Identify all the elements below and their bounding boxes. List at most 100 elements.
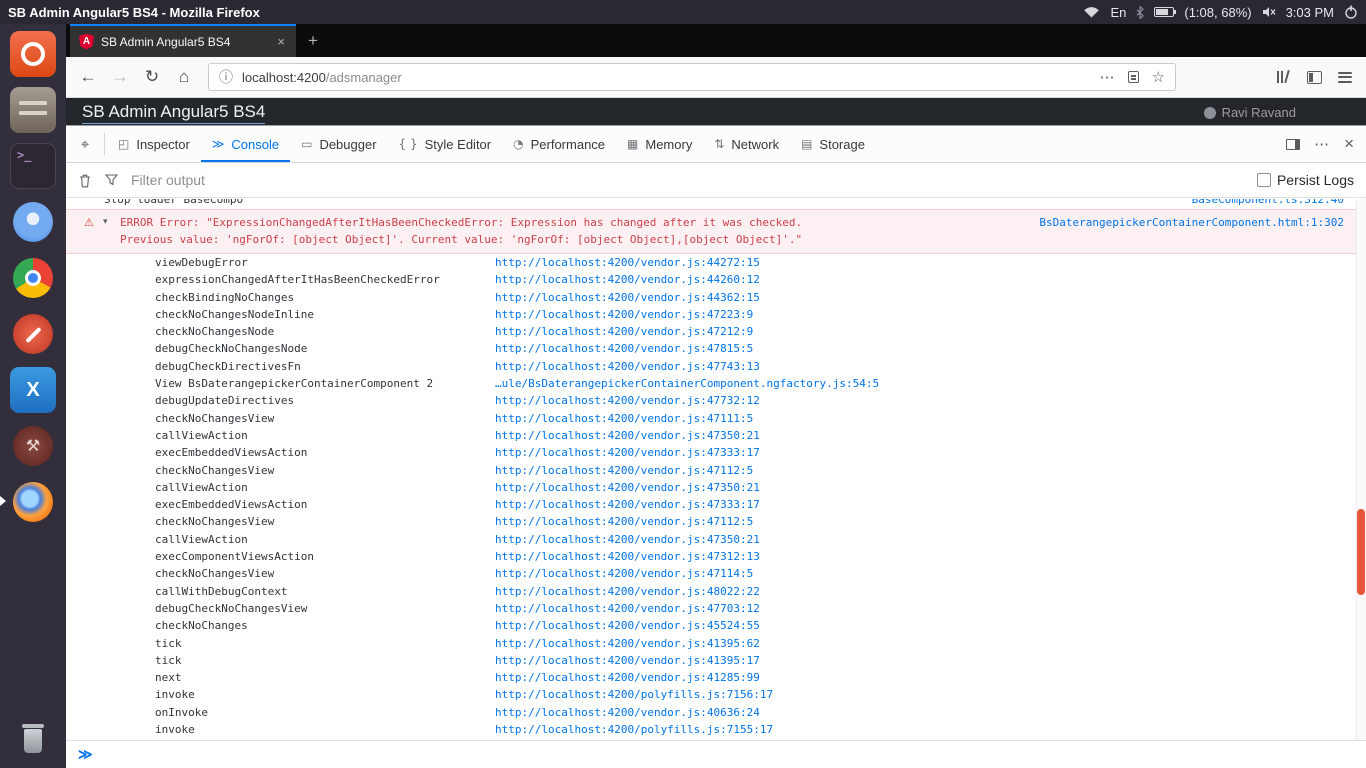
persist-logs-label: Persist Logs	[1276, 172, 1354, 188]
stack-frame-row: checkNoChanges http://localhost:4200/vend…	[66, 617, 1366, 634]
log-source-link[interactable]: BaseComponent.ts:312:40	[1192, 199, 1344, 208]
devtools-tab-memory[interactable]: ▦ Memory	[616, 126, 703, 162]
network-icon: ⇅	[714, 137, 725, 151]
power-icon[interactable]	[1344, 5, 1358, 19]
stack-frame-source-link[interactable]: …ule/BsDaterangepickerContainerComponent…	[495, 375, 879, 392]
new-tab-button[interactable]: +	[296, 24, 330, 57]
stack-frame-row: execEmbeddedViewsAction http://localhost:…	[66, 496, 1366, 513]
launcher-item-software-tool[interactable]	[10, 311, 56, 357]
home-button[interactable]: ⌂	[168, 62, 200, 92]
stack-frame-source-link[interactable]: http://localhost:4200/vendor.js:41285:99	[495, 669, 760, 686]
stack-frame-source-link[interactable]: http://localhost:4200/vendor.js:41395:17	[495, 652, 760, 669]
forward-button[interactable]: →	[104, 62, 136, 92]
launcher-item-ubuntu-dash[interactable]	[10, 31, 56, 77]
stack-frame-source-link[interactable]: http://localhost:4200/vendor.js:47350:21	[495, 427, 760, 444]
bookmark-star-icon[interactable]: ☆	[1152, 68, 1165, 86]
stack-frame-function: checkNoChangesView	[155, 463, 275, 477]
tab-close-icon[interactable]: ×	[275, 34, 287, 49]
stack-frame-source-link[interactable]: http://localhost:4200/vendor.js:47743:13	[495, 358, 760, 375]
url-bar[interactable]: ⓘ localhost:4200/adsmanager ⋯ ☆	[208, 63, 1176, 91]
stack-frame-source-link[interactable]: http://localhost:4200/vendor.js:47815:5	[495, 340, 753, 357]
webapp-brand-link[interactable]: SB Admin Angular5 BS4	[82, 101, 266, 124]
stack-frame-function: checkNoChangesNode	[155, 325, 275, 339]
stack-frame-source-link[interactable]: http://localhost:4200/vendor.js:47212:9	[495, 323, 753, 340]
page-actions-icon[interactable]: ⋯	[1100, 68, 1115, 86]
filter-output-input[interactable]	[131, 172, 551, 188]
stack-frame-row: checkNoChangesNodeInline http://localhost…	[66, 306, 1366, 323]
stack-frame-row: debugUpdateDirectives http://localhost:42…	[66, 392, 1366, 409]
stack-frame-source-link[interactable]: http://localhost:4200/vendor.js:47114:5	[495, 565, 753, 582]
devtools-tab-style-editor[interactable]: { } Style Editor	[388, 126, 503, 162]
stack-frame-source-link[interactable]: http://localhost:4200/vendor.js:40636:24	[495, 704, 760, 721]
clock[interactable]: 3:03 PM	[1286, 5, 1334, 20]
stack-frame-row: callViewAction http://localhost:4200/vend…	[66, 531, 1366, 548]
stack-frame-row: debugCheckNoChangesView http://localhost:…	[66, 600, 1366, 617]
devtools-tab-storage[interactable]: ▤ Storage	[790, 126, 876, 162]
stack-frame-source-link[interactable]: http://localhost:4200/vendor.js:47112:5	[495, 513, 753, 530]
launcher-item-trash[interactable]	[10, 716, 56, 762]
error-source-link[interactable]: BsDaterangepickerContainerComponent.html…	[1039, 214, 1344, 231]
console-input-row[interactable]: ≫	[66, 740, 1366, 768]
stack-frame-source-link[interactable]: http://localhost:4200/vendor.js:48022:22	[495, 583, 760, 600]
bluetooth-icon[interactable]	[1136, 5, 1145, 19]
launcher-item-firefox[interactable]	[0, 479, 56, 525]
stack-frame-row: invoke http://localhost:4200/polyfills.js…	[66, 686, 1366, 703]
devtools-tab-console[interactable]: ≫ Console	[201, 126, 290, 162]
stack-frame-source-link[interactable]: http://localhost:4200/vendor.js:47703:12	[495, 600, 760, 617]
devtools-tab-performance[interactable]: ◔ Performance	[502, 126, 616, 162]
stack-frame-source-link[interactable]: http://localhost:4200/vendor.js:47350:21	[495, 531, 760, 548]
console-scrollbar-thumb[interactable]	[1357, 509, 1365, 595]
devtools-tab-debugger[interactable]: ▭ Debugger	[290, 126, 387, 162]
stack-frame-source-link[interactable]: http://localhost:4200/vendor.js:45524:55	[495, 617, 760, 634]
stack-frame-source-link[interactable]: http://localhost:4200/vendor.js:47312:13	[495, 548, 760, 565]
launcher-item-files[interactable]	[10, 87, 56, 133]
stack-frame-source-link[interactable]: http://localhost:4200/vendor.js:47350:21	[495, 479, 760, 496]
launcher-item-chrome[interactable]	[10, 255, 56, 301]
clear-console-icon[interactable]	[78, 173, 92, 188]
stack-frame-source-link[interactable]: http://localhost:4200/vendor.js:44272:15	[495, 254, 760, 271]
webapp-user-menu[interactable]: Ravi Ravand	[1203, 101, 1296, 125]
devtools-panel: ⌖ ◰ Inspector ≫ Console ▭ Debugger { } Style Ed…	[66, 125, 1366, 768]
stack-frame-source-link[interactable]: http://localhost:4200/polyfills.js:7155:…	[495, 721, 773, 738]
dock-position-icon[interactable]	[1286, 138, 1301, 150]
stack-frame-source-link[interactable]: http://localhost:4200/vendor.js:47112:5	[495, 462, 753, 479]
reload-button[interactable]: ↻	[136, 62, 168, 92]
log-message: Stop loader BaseCompo	[104, 199, 244, 206]
expand-caret-icon[interactable]: ▾	[103, 214, 108, 231]
filter-icon[interactable]	[105, 174, 118, 186]
stack-frame-source-link[interactable]: http://localhost:4200/vendor.js:47111:5	[495, 410, 753, 427]
stack-frame-row: callViewAction http://localhost:4200/vend…	[66, 479, 1366, 496]
desktop: SB Admin Angular5 BS4 - Mozilla Firefox …	[0, 0, 1366, 768]
devtools-options-icon[interactable]: ⋯	[1314, 135, 1330, 153]
wifi-icon[interactable]	[1083, 6, 1100, 18]
stack-frame-source-link[interactable]: http://localhost:4200/vendor.js:47223:9	[495, 306, 753, 323]
stack-frame-source-link[interactable]: http://localhost:4200/polyfills.js:7156:…	[495, 686, 773, 703]
back-button[interactable]: ←	[72, 62, 104, 92]
persist-logs-checkbox[interactable]	[1256, 173, 1271, 187]
stack-frame-source-link[interactable]: http://localhost:4200/vendor.js:44362:15	[495, 289, 760, 306]
volume-muted-icon[interactable]	[1262, 6, 1276, 18]
sidebar-toggle-icon[interactable]	[1307, 70, 1322, 84]
devtools-close-icon[interactable]: ×	[1344, 134, 1354, 154]
keyboard-layout-indicator[interactable]: En	[1110, 5, 1126, 20]
stack-frame-source-link[interactable]: http://localhost:4200/vendor.js:47333:17	[495, 496, 760, 513]
stack-frame-source-link[interactable]: http://localhost:4200/vendor.js:41395:62	[495, 635, 760, 652]
stack-frame-source-link[interactable]: http://localhost:4200/vendor.js:44260:12	[495, 271, 760, 288]
browser-tab[interactable]: A SB Admin Angular5 BS4 ×	[70, 24, 296, 57]
console-scrollbar[interactable]	[1356, 199, 1366, 740]
stack-frame-source-link[interactable]: http://localhost:4200/vendor.js:47732:12	[495, 392, 760, 409]
battery-icon[interactable]	[1154, 7, 1177, 17]
element-picker-icon[interactable]: ⌖	[66, 126, 104, 162]
menu-icon[interactable]	[1338, 71, 1352, 83]
devtools-tab-inspector[interactable]: ◰ Inspector	[107, 126, 201, 162]
launcher-item-terminal[interactable]	[10, 143, 56, 189]
launcher-item-code-editor[interactable]: X	[10, 367, 56, 413]
reader-mode-icon[interactable]	[1127, 71, 1139, 83]
launcher-item-utility[interactable]: ⚒	[10, 423, 56, 469]
library-icon[interactable]	[1276, 70, 1291, 84]
site-info-icon[interactable]: ⓘ	[219, 67, 233, 87]
stack-frame-source-link[interactable]: http://localhost:4200/vendor.js:47333:17	[495, 444, 760, 461]
launcher-item-chromium[interactable]	[10, 199, 56, 245]
devtools-tab-network[interactable]: ⇅ Network	[703, 126, 790, 162]
stack-frame-row: checkNoChangesView http://localhost:4200/…	[66, 462, 1366, 479]
